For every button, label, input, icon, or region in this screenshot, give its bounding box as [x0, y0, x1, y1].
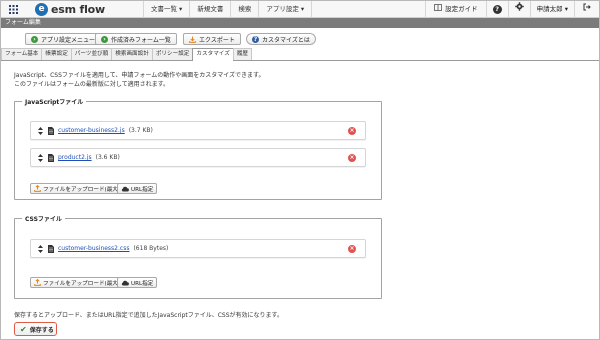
- logout-button[interactable]: [574, 0, 599, 18]
- file-icon: [48, 244, 54, 253]
- save-label: 保存する: [29, 326, 54, 334]
- help-button[interactable]: ?: [485, 0, 508, 18]
- drag-sort-icon[interactable]: [38, 153, 44, 162]
- css-file-section: CSSファイル customer-business2.css (618 Byte…: [14, 214, 382, 299]
- css-file-row[interactable]: customer-business2.css (618 Bytes) ×: [30, 239, 366, 258]
- logo-mark: e: [35, 2, 48, 16]
- download-icon: [189, 36, 196, 43]
- question-icon: ?: [252, 35, 259, 43]
- checkmark-icon: ✔: [20, 324, 27, 334]
- upload-icon: [34, 279, 41, 286]
- customize-help-button[interactable]: ? カスタマイズとは: [246, 33, 316, 45]
- css-section-title: CSSファイル: [22, 214, 65, 223]
- js-url-button[interactable]: URL指定: [117, 183, 158, 194]
- save-button[interactable]: ✔ 保存する: [14, 322, 57, 336]
- nav-app-settings[interactable]: アプリ設定 ▾: [258, 0, 313, 18]
- upload-icon: [34, 185, 41, 192]
- drag-sort-icon[interactable]: [38, 126, 44, 135]
- js-url-label: URL指定: [131, 186, 154, 193]
- forms-list-label: 作成済みフォーム一覧: [111, 36, 171, 44]
- gear-icon: [514, 1, 524, 18]
- brand-logo[interactable]: e esm flow: [35, 1, 105, 17]
- delete-icon[interactable]: ×: [348, 245, 356, 253]
- css-url-label: URL指定: [131, 280, 154, 287]
- app-settings-menu-label: アプリ設定メニューへ: [41, 36, 102, 44]
- css-file-size: (618 Bytes): [133, 245, 169, 252]
- top-nav: 文書一覧 ▾ 新規文書 検索 アプリ設定 ▾: [142, 0, 313, 18]
- forms-list-button[interactable]: › 作成済みフォーム一覧: [95, 33, 177, 45]
- js-file-size: (3.6 KB): [95, 154, 120, 161]
- export-button[interactable]: エクスポート: [183, 33, 241, 45]
- js-file-link[interactable]: customer-business2.js: [58, 127, 125, 134]
- drag-sort-icon[interactable]: [38, 244, 44, 253]
- top-bar: e esm flow 文書一覧 ▾ 新規文書 検索 アプリ設定 ▾ 設定ガイド …: [1, 0, 599, 18]
- user-menu[interactable]: 申請太郎 ▾: [529, 0, 574, 18]
- help-icon: ?: [492, 4, 502, 14]
- page-title: フォーム編集: [1, 18, 599, 28]
- javascript-file-section: JavaScriptファイル customer-business2.js (3.…: [14, 97, 382, 200]
- cloud-icon: [121, 186, 129, 192]
- arrow-right-icon: ›: [31, 35, 38, 43]
- js-file-row[interactable]: product2.js (3.6 KB) ×: [30, 148, 366, 167]
- logo-text: esm flow: [51, 2, 105, 16]
- tab-form-basic[interactable]: フォーム基本: [1, 48, 43, 60]
- save-note: 保存するとアップロード、またはURL指定で追加したJavaScriptファイル、…: [14, 312, 283, 319]
- tab-parts-order[interactable]: パーツ並び順: [70, 48, 113, 60]
- js-file-row[interactable]: customer-business2.js (3.7 KB) ×: [30, 121, 366, 140]
- tab-customize[interactable]: カスタマイズ: [192, 48, 234, 61]
- top-right-menu: 設定ガイド ? 申請太郎 ▾: [425, 0, 599, 18]
- customize-description: JavaScript、CSSファイルを適用して、申請フォームの動作や画面をカスタ…: [14, 71, 264, 89]
- user-name: 申請太郎 ▾: [536, 4, 568, 13]
- nav-new-document[interactable]: 新規文書: [189, 0, 230, 18]
- description-line-1: JavaScript、CSSファイルを適用して、申請フォームの動作や画面をカスタ…: [14, 72, 265, 79]
- arrow-right-icon: ›: [101, 35, 108, 43]
- settings-guide-button[interactable]: 設定ガイド: [425, 0, 486, 18]
- tab-history[interactable]: 履歴: [232, 48, 253, 60]
- css-file-link[interactable]: customer-business2.css: [58, 245, 129, 252]
- tab-policy-settings[interactable]: ポリシー設定: [151, 48, 194, 60]
- file-icon: [48, 126, 54, 135]
- action-toolbar: › アプリ設定メニューへ › 作成済みフォーム一覧 エクスポート ? カスタマイ…: [1, 28, 599, 50]
- js-file-size: (3.7 KB): [128, 127, 153, 134]
- customize-help-label: カスタマイズとは: [262, 36, 310, 44]
- app-grid-icon[interactable]: [5, 1, 21, 17]
- js-file-link[interactable]: product2.js: [58, 154, 92, 161]
- delete-icon[interactable]: ×: [348, 154, 356, 162]
- tab-report-settings[interactable]: 帳票設定: [41, 48, 72, 60]
- css-url-button[interactable]: URL指定: [117, 277, 158, 288]
- nav-search[interactable]: 検索: [230, 0, 258, 18]
- settings-guide-label: 設定ガイド: [445, 4, 478, 13]
- tab-bar: フォーム基本 帳票設定 パーツ並び順 検索画面設計 ポリシー設定 カスタマイズ …: [1, 48, 599, 61]
- description-line-2: このファイルはフォームの最新版に対して適用されます。: [14, 81, 170, 88]
- file-icon: [48, 153, 54, 162]
- export-label: エクスポート: [199, 36, 235, 44]
- logout-icon: [583, 1, 591, 18]
- cloud-icon: [121, 280, 129, 286]
- settings-button[interactable]: [507, 0, 530, 18]
- nav-documents[interactable]: 文書一覧 ▾: [142, 0, 189, 18]
- javascript-section-title: JavaScriptファイル: [22, 97, 87, 106]
- guide-icon: [434, 1, 443, 18]
- tab-search-screen[interactable]: 検索画面設計: [111, 48, 153, 60]
- delete-icon[interactable]: ×: [348, 127, 356, 135]
